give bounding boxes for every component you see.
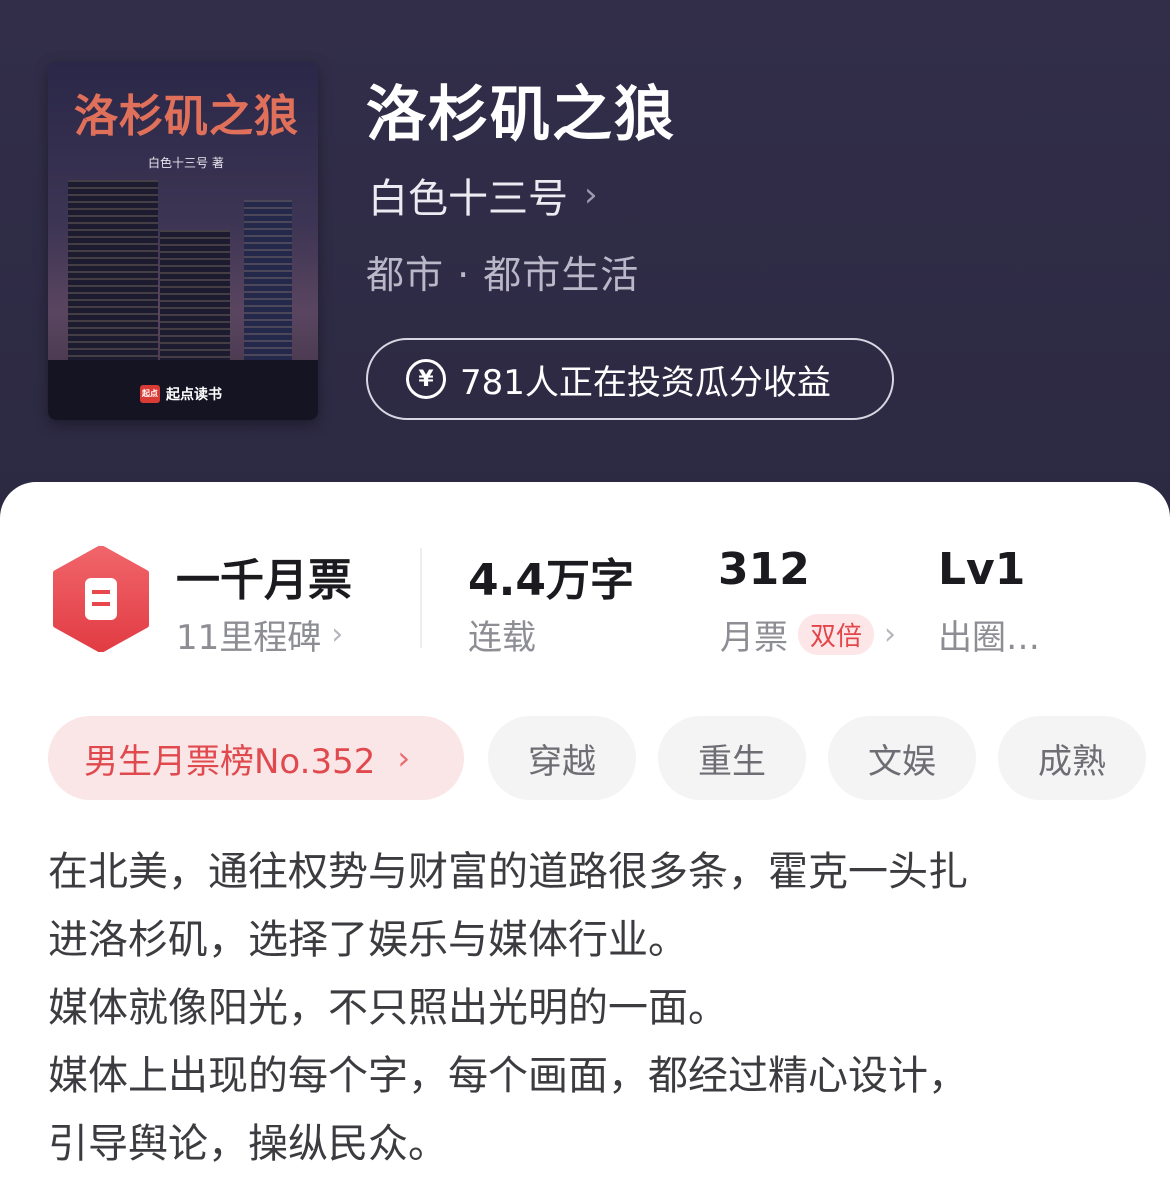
cover-brand-label: 起点读书 bbox=[166, 387, 222, 403]
book-cover[interactable]: 洛杉矶之狼 白色十三号 著 起点 起点读书 bbox=[48, 62, 318, 420]
description-line: 进洛杉矶，选择了娱乐与媒体行业。 bbox=[48, 917, 688, 963]
rank-label: 男生月票榜No.352 bbox=[84, 741, 376, 782]
ticket-icon bbox=[53, 546, 149, 652]
book-description: 在北美，通往权势与财富的道路很多条，霍克一头扎 进洛杉矶，选择了娱乐与媒体行业。… bbox=[48, 838, 1128, 1178]
tag-chip[interactable]: 穿越 bbox=[488, 716, 636, 800]
chevron-right-icon: › bbox=[584, 175, 598, 215]
serial-status-label: 连载 bbox=[468, 618, 536, 658]
double-badge: 双倍 bbox=[798, 614, 875, 655]
chevron-right-icon: › bbox=[331, 617, 344, 652]
level-label: 出圈… bbox=[938, 618, 1040, 658]
milestone-link[interactable]: 11里程碑 › bbox=[176, 610, 343, 659]
book-title: 洛杉矶之狼 bbox=[366, 80, 676, 150]
stats-divider bbox=[420, 548, 422, 648]
invest-button[interactable]: ¥ 781人正在投资瓜分收益 bbox=[366, 338, 894, 420]
milestone-sub: 11里程碑 bbox=[176, 618, 322, 658]
invest-label: 781人正在投资瓜分收益 bbox=[460, 362, 831, 403]
author-link[interactable]: 白色十三号 › bbox=[368, 166, 598, 224]
cover-brand: 起点 起点读书 bbox=[140, 384, 222, 404]
book-header: 洛杉矶之狼 白色十三号 著 起点 起点读书 洛杉矶之狼 白色十三号 › 都市 ·… bbox=[0, 0, 1170, 520]
brand-logo-icon: 起点 bbox=[140, 385, 160, 403]
tag-chip[interactable]: 文娱 bbox=[828, 716, 976, 800]
level-link[interactable]: 出圈… bbox=[938, 610, 1040, 659]
description-line: 引导舆论，操纵民众。 bbox=[48, 1121, 448, 1167]
description-line: 媒体上出现的每个字，每个画面，都经过精心设计， bbox=[48, 1053, 968, 1099]
monthly-ticket-count: 312 bbox=[718, 544, 810, 595]
rank-tag-button[interactable]: 男生月票榜No.352 › bbox=[48, 716, 464, 800]
chevron-right-icon: › bbox=[884, 617, 897, 652]
milestone-title: 一千月票 bbox=[176, 555, 352, 606]
word-count: 4.4万字 bbox=[468, 555, 634, 606]
cover-author: 白色十三号 著 bbox=[148, 156, 224, 170]
tag-chip[interactable]: 重生 bbox=[658, 716, 806, 800]
serial-status: 连载 bbox=[468, 610, 536, 659]
cover-title: 洛杉矶之狼 bbox=[74, 91, 299, 142]
monthly-ticket-label: 月票 bbox=[720, 618, 788, 658]
yen-icon: ¥ bbox=[406, 359, 446, 399]
chevron-right-icon: › bbox=[397, 739, 411, 777]
level-value: Lv1 bbox=[938, 544, 1026, 595]
monthly-ticket-link[interactable]: 月票 双倍 › bbox=[720, 610, 896, 659]
description-line: 在北美，通往权势与财富的道路很多条，霍克一头扎 bbox=[48, 849, 968, 895]
book-genre[interactable]: 都市 · 都市生活 bbox=[366, 244, 639, 299]
tag-chip[interactable]: 成熟 bbox=[998, 716, 1146, 800]
description-line: 媒体就像阳光，不只照出光明的一面。 bbox=[48, 985, 728, 1031]
author-name: 白色十三号 bbox=[368, 176, 568, 222]
